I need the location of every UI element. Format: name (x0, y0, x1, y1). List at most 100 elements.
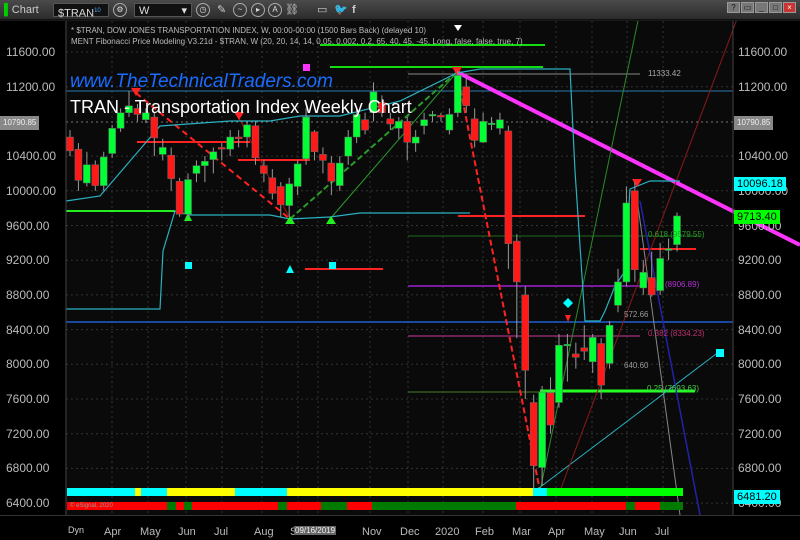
copyright: © eSignal, 2020 (70, 503, 113, 509)
left-axis-label: 7200.00 (6, 426, 50, 441)
chart-label: ▌Chart (4, 4, 39, 16)
legend-study: MENT Fibonacci Price Modeling V3.21d - $… (71, 37, 523, 46)
candle-down (647, 277, 656, 296)
candle-down (403, 121, 411, 143)
left-last-price-tag: 10790.85 (0, 116, 40, 130)
fib-50-label: (8906.89) (665, 280, 700, 289)
candle-down (150, 116, 159, 139)
price-axis-label: 7600.00 (738, 392, 782, 406)
candle-down (74, 148, 83, 181)
restore-button[interactable]: ▭ (741, 2, 754, 13)
candle-up (538, 391, 546, 468)
candle-down (386, 118, 395, 125)
dyn-toggle[interactable]: Dyn (68, 525, 84, 535)
month-label: Jul (214, 526, 229, 538)
symbol-link-icon[interactable]: ⚙ (113, 3, 127, 17)
candle-up (622, 202, 631, 283)
candle-up (285, 183, 293, 206)
candle-up (614, 281, 622, 306)
candle-down (167, 154, 175, 179)
price-axis-label: 8800.00 (738, 287, 782, 302)
month-label: 2020 (435, 526, 460, 538)
price-axis-label: 8400.00 (738, 322, 782, 337)
candle-down (462, 86, 470, 107)
candle-up (479, 121, 487, 143)
alert-icon[interactable]: A (268, 3, 282, 17)
interval-select[interactable]: W ▾ (134, 3, 192, 17)
chat-icon[interactable]: ▭ (317, 3, 327, 17)
facebook-icon[interactable]: f (352, 3, 356, 17)
candle-down (175, 181, 184, 215)
watermark: www.TheTechnicalTraders.com (70, 71, 333, 92)
left-axis-label: 11600.00 (6, 45, 56, 59)
left-axis-label: 8000.00 (6, 357, 50, 372)
candle-down (327, 162, 336, 182)
minimize-button[interactable]: _ (755, 2, 768, 13)
month-label: Aug (254, 526, 274, 538)
left-axis-label: 10400.00 (6, 149, 57, 164)
last-price-tag: 9713.40 (734, 210, 780, 224)
price-axis-label: 6800.00 (738, 461, 782, 476)
candle-up (395, 121, 403, 129)
left-axis-label: 10000.00 (6, 183, 57, 198)
candle-down (504, 130, 513, 244)
candle-down (361, 119, 369, 131)
left-axis-label: 8800.00 (6, 287, 50, 302)
maximize-button[interactable]: □ (769, 2, 782, 13)
candle-down (310, 131, 319, 153)
play-icon[interactable]: ▸ (251, 3, 265, 17)
twitter-icon[interactable]: 🐦 (334, 3, 348, 17)
candle-down (218, 147, 226, 150)
pencil-icon[interactable]: ✎ (217, 3, 226, 17)
candle-up (605, 325, 614, 364)
candle-up (302, 116, 310, 159)
clock-icon[interactable]: ◷ (196, 3, 210, 17)
left-axis-label: 7600.00 (6, 392, 50, 406)
month-label: Mar (512, 526, 531, 538)
high-annotation: 11333.42 (648, 69, 681, 78)
price-axis-label: 9200.00 (738, 253, 782, 268)
candle-down (91, 164, 100, 186)
candle-down (572, 353, 580, 358)
left-axis-label: 9600.00 (6, 218, 50, 233)
month-label: Jul (655, 526, 670, 538)
candle-up (336, 162, 344, 186)
candle-up (99, 156, 108, 186)
last-price-tag-gray: 10790.85 (734, 116, 774, 130)
app-label: Chart (11, 4, 39, 16)
candle-up (158, 147, 167, 155)
candle-up (496, 119, 504, 129)
price-chart[interactable]: * $TRAN, DOW JONES TRANSPORTATION INDEX,… (0, 21, 800, 515)
candle-up (293, 163, 302, 187)
candle-down (529, 402, 538, 467)
time-axis[interactable]: Dyn AprMayJunJulAugSctNovDec2020FebMarAp… (0, 515, 800, 540)
candle-down (470, 118, 479, 141)
price-axis-label: 8000.00 (738, 357, 782, 372)
close-button[interactable]: × (783, 2, 796, 13)
chart-canvas[interactable] (0, 21, 800, 515)
help-button[interactable]: ? (727, 2, 740, 13)
cyan-low-tag: 6481.20 (734, 490, 780, 504)
left-axis-label: 11200.00 (6, 79, 56, 94)
window-titlebar: ▌Chart $TRAN10 ▾ ⚙ W▾ ◷ ✎ ~ ▸ A ⛓ ▭ 🐦 f … (0, 0, 800, 34)
price-axis-label: 7200.00 (738, 426, 782, 441)
month-label: Feb (475, 526, 494, 538)
candle-up (664, 248, 673, 251)
cyan-square-marker (329, 262, 336, 269)
candle-up (83, 164, 91, 184)
month-label: Jun (619, 526, 637, 538)
indicator-icon[interactable]: ~ (233, 3, 247, 17)
candle-down (631, 190, 639, 270)
symbol-input[interactable]: $TRAN10 ▾ (53, 3, 109, 34)
candle-up (445, 114, 454, 131)
candle-up (344, 136, 352, 157)
symbol-badge: 10 (94, 8, 101, 14)
link-icon[interactable]: ⛓ (285, 3, 299, 17)
month-label: May (140, 526, 161, 538)
candle-up (454, 75, 462, 113)
candle-down (513, 240, 521, 283)
candle-down (546, 392, 555, 426)
left-axis-label: 6400.00 (6, 496, 50, 511)
price-axis-label: 11200.00 (738, 79, 788, 94)
candle-up (209, 151, 218, 160)
